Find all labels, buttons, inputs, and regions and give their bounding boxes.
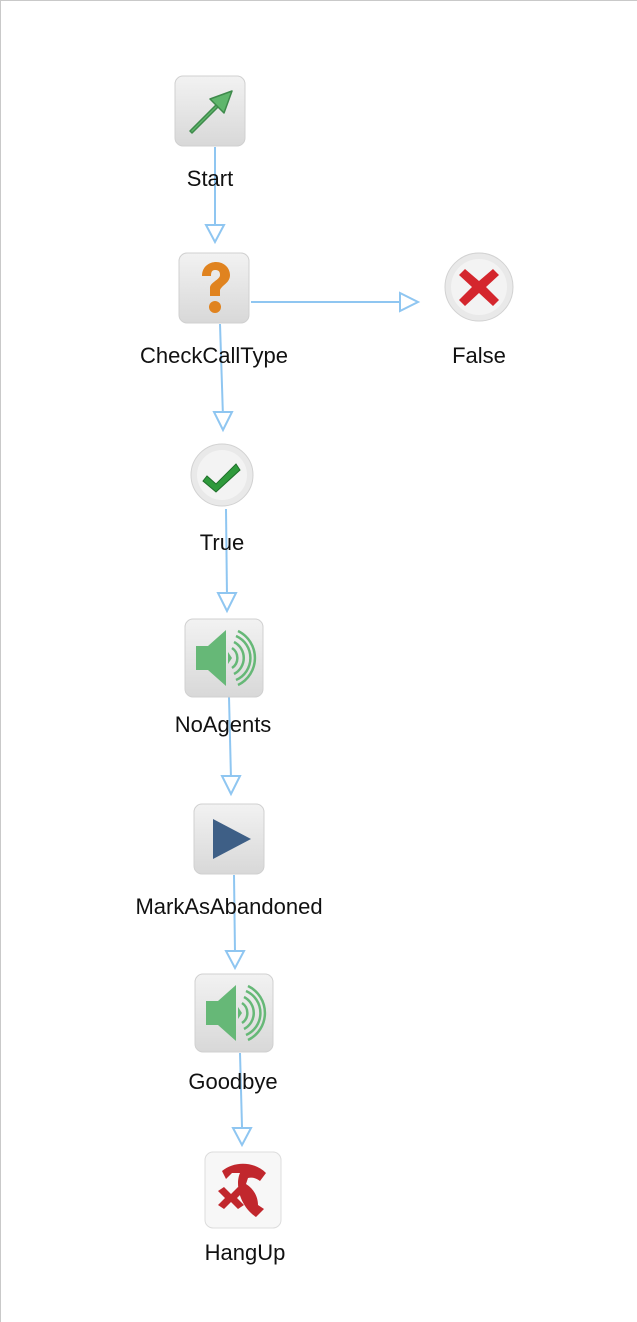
node-checkcalltype[interactable] [178, 252, 250, 329]
node-label-hangup: HangUp [204, 1240, 286, 1265]
node-true[interactable] [189, 442, 255, 513]
connector-start-checkcalltype [204, 147, 226, 245]
connector-goodbye-hangup [231, 1052, 253, 1148]
node-label-markasabandoned: MarkAsAbandoned [135, 894, 323, 919]
node-label-noagents: NoAgents [174, 712, 272, 737]
node-noagents[interactable] [184, 618, 264, 703]
hangup-phone-icon [204, 1151, 282, 1229]
node-label-goodbye: Goodbye [188, 1069, 278, 1094]
node-label-false: False [452, 343, 506, 368]
node-label-start: Start [186, 166, 234, 191]
node-goodbye[interactable] [194, 973, 274, 1058]
speaker-icon [194, 973, 274, 1053]
connector-checkcalltype-false [251, 291, 421, 313]
node-markasabandoned[interactable] [193, 803, 265, 880]
connector-markasabandoned-goodbye [224, 874, 246, 971]
node-hangup[interactable] [204, 1151, 282, 1234]
play-icon [193, 803, 265, 875]
start-arrow-icon [174, 75, 246, 147]
connector-checkcalltype-true [212, 323, 234, 433]
flow-canvas: Start CheckCallType False True NoAgents … [0, 0, 637, 1322]
green-check-icon [190, 443, 254, 507]
node-label-checkcalltype: CheckCallType [140, 343, 288, 368]
node-start[interactable] [174, 75, 246, 152]
question-mark-icon [178, 252, 250, 324]
connector-true-noagents [216, 508, 238, 614]
red-x-icon [444, 252, 514, 322]
node-false[interactable] [443, 251, 515, 328]
node-label-true: True [199, 530, 245, 555]
speaker-icon [184, 618, 264, 698]
connectors-layer [204, 147, 421, 1148]
